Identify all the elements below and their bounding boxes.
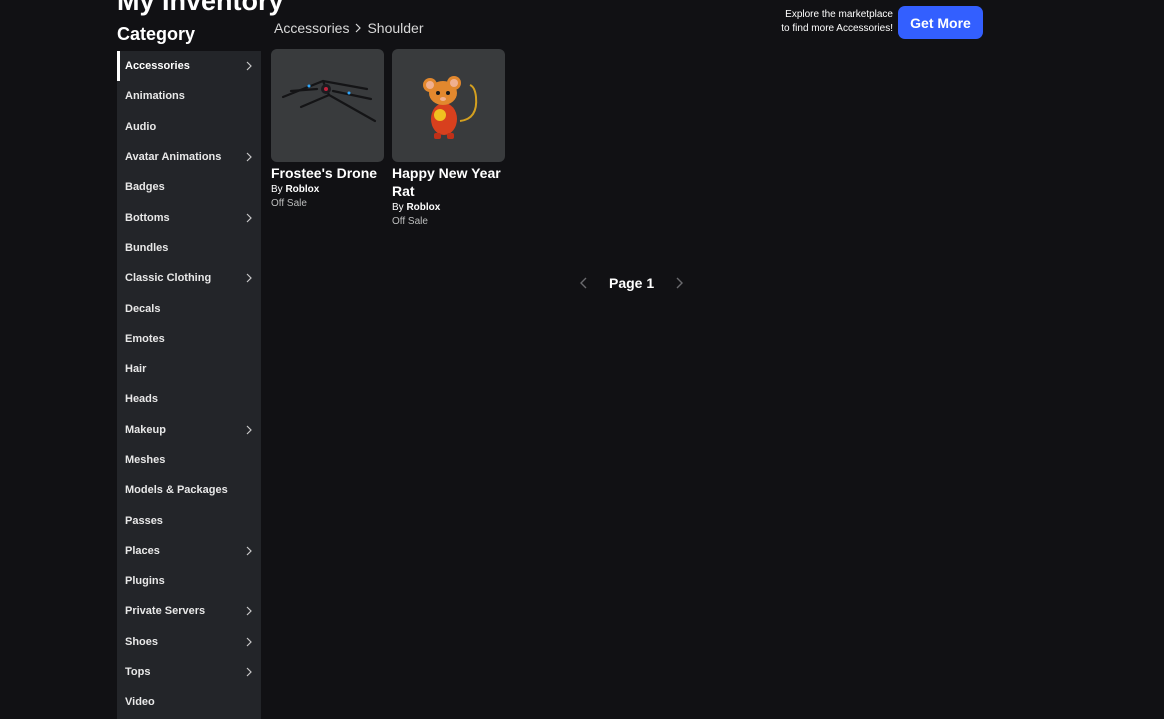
item-card[interactable]: Frostee's Drone By Roblox Off Sale (271, 49, 384, 211)
sidebar-item-label: Bottoms (125, 211, 170, 224)
breadcrumb-current: Shoulder (367, 20, 424, 36)
sidebar-item-label: Shoes (125, 635, 159, 648)
sidebar-item-classic-clothing[interactable]: Classic Clothing (117, 263, 261, 293)
sidebar-item-video[interactable]: Video (117, 687, 261, 717)
breadcrumb-parent-link[interactable]: Accessories (274, 20, 349, 36)
sidebar-item-label: Places (125, 544, 160, 557)
sidebar-item-hair[interactable]: Hair (117, 354, 261, 384)
sidebar-item-audio[interactable]: Audio (117, 112, 261, 142)
sidebar-item-makeup[interactable]: Makeup (117, 415, 261, 445)
sidebar-item-label: Animations (125, 90, 185, 103)
item-thumbnail[interactable] (271, 49, 384, 162)
chevron-left-icon (580, 277, 587, 289)
chevron-right-icon (246, 152, 252, 162)
sidebar-item-accessories[interactable]: Accessories (117, 51, 261, 82)
sidebar-item-passes[interactable]: Passes (117, 505, 261, 535)
sidebar-item-label: Bundles (125, 241, 169, 254)
sidebar-item-label: Plugins (125, 575, 165, 588)
sidebar-item-emotes[interactable]: Emotes (117, 324, 261, 354)
sidebar-item-badges[interactable]: Badges (117, 172, 261, 202)
sidebar-item-avatar-animations[interactable]: Avatar Animations (117, 142, 261, 172)
chevron-right-icon (246, 607, 252, 616)
promo-line-2: to find more Accessories! (781, 23, 893, 34)
sidebar-item-label: Badges (125, 181, 165, 194)
page-number: Page 1 (609, 275, 655, 291)
item-name[interactable]: Happy New Year Rat (392, 164, 505, 200)
sidebar-item-label: Accessories (125, 60, 190, 73)
chevron-right-icon (676, 277, 684, 289)
sidebar-item-plugins[interactable]: Plugins (117, 566, 261, 596)
chevron-right-icon (246, 213, 252, 223)
sidebar-item-label: Audio (125, 120, 157, 133)
sidebar-item-decals[interactable]: Decals (117, 293, 261, 323)
pagination: Page 1 (575, 274, 688, 292)
creator-link[interactable]: Roblox (406, 202, 440, 213)
sidebar-item-label: Hair (125, 363, 147, 376)
prev-page-button[interactable] (575, 274, 593, 292)
category-sidebar: Accessories Animations Audio Avatar Anim… (117, 51, 261, 719)
sidebar-item-label: Video (125, 696, 155, 709)
sidebar-item-shoes[interactable]: Shoes (117, 627, 261, 657)
item-name[interactable]: Frostee's Drone (271, 164, 384, 182)
sidebar-item-private-servers[interactable]: Private Servers (117, 596, 261, 626)
inventory-page: My Inventory Category Accessories Animat… (0, 0, 1164, 719)
sidebar-item-label: Models & Packages (125, 484, 228, 497)
sidebar-item-label: Tops (125, 666, 151, 679)
sidebar-item-label: Passes (125, 514, 163, 527)
sidebar-item-tops[interactable]: Tops (117, 657, 261, 687)
sidebar-item-bundles[interactable]: Bundles (117, 233, 261, 263)
item-status: Off Sale (392, 216, 428, 227)
item-card[interactable]: Happy New Year Rat By Roblox Off Sale (392, 49, 505, 229)
item-creator: By Roblox (271, 183, 384, 197)
sidebar-item-label: Decals (125, 302, 161, 315)
category-heading: Category (117, 24, 196, 44)
promo-line-1: Explore the marketplace (785, 9, 893, 20)
sidebar-item-label: Avatar Animations (125, 151, 222, 164)
chevron-right-icon (246, 637, 252, 647)
creator-prefix: By (271, 184, 283, 195)
sidebar-item-label: Meshes (125, 454, 166, 466)
sidebar-item-meshes[interactable]: Meshes (117, 445, 261, 475)
get-more-button[interactable]: Get More (898, 6, 983, 39)
sidebar-item-label: Emotes (125, 332, 165, 345)
sidebar-item-label: Classic Clothing (125, 272, 212, 285)
sidebar-item-label: Private Servers (125, 605, 206, 618)
chevron-right-icon (246, 61, 252, 71)
sidebar-item-places[interactable]: Places (117, 536, 261, 566)
chevron-right-icon (246, 546, 252, 556)
sidebar-item-animations[interactable]: Animations (117, 81, 261, 111)
rat-thumbnail-icon (423, 76, 478, 139)
page-title: My Inventory (117, 0, 284, 16)
chevron-right-icon (246, 273, 252, 283)
item-thumbnail[interactable] (392, 49, 505, 162)
chevron-right-icon (246, 667, 252, 677)
sidebar-item-bottoms[interactable]: Bottoms (117, 202, 261, 232)
creator-prefix: By (392, 202, 404, 213)
next-page-button[interactable] (670, 274, 688, 292)
breadcrumb: Accessories Shoulder (274, 20, 424, 36)
sidebar-item-label: Makeup (125, 423, 166, 436)
sidebar-item-models-packages[interactable]: Models & Packages (117, 475, 261, 505)
chevron-right-icon (356, 23, 362, 33)
creator-link[interactable]: Roblox (285, 184, 319, 195)
sidebar-item-heads[interactable]: Heads (117, 384, 261, 414)
sidebar-item-label: Heads (125, 393, 159, 406)
item-creator: By Roblox (392, 201, 505, 215)
drone-thumbnail-icon (281, 79, 377, 123)
item-status: Off Sale (271, 198, 307, 209)
chevron-right-icon (246, 425, 252, 435)
marketplace-promo-text: Explore the marketplace to find more Acc… (750, 8, 893, 36)
